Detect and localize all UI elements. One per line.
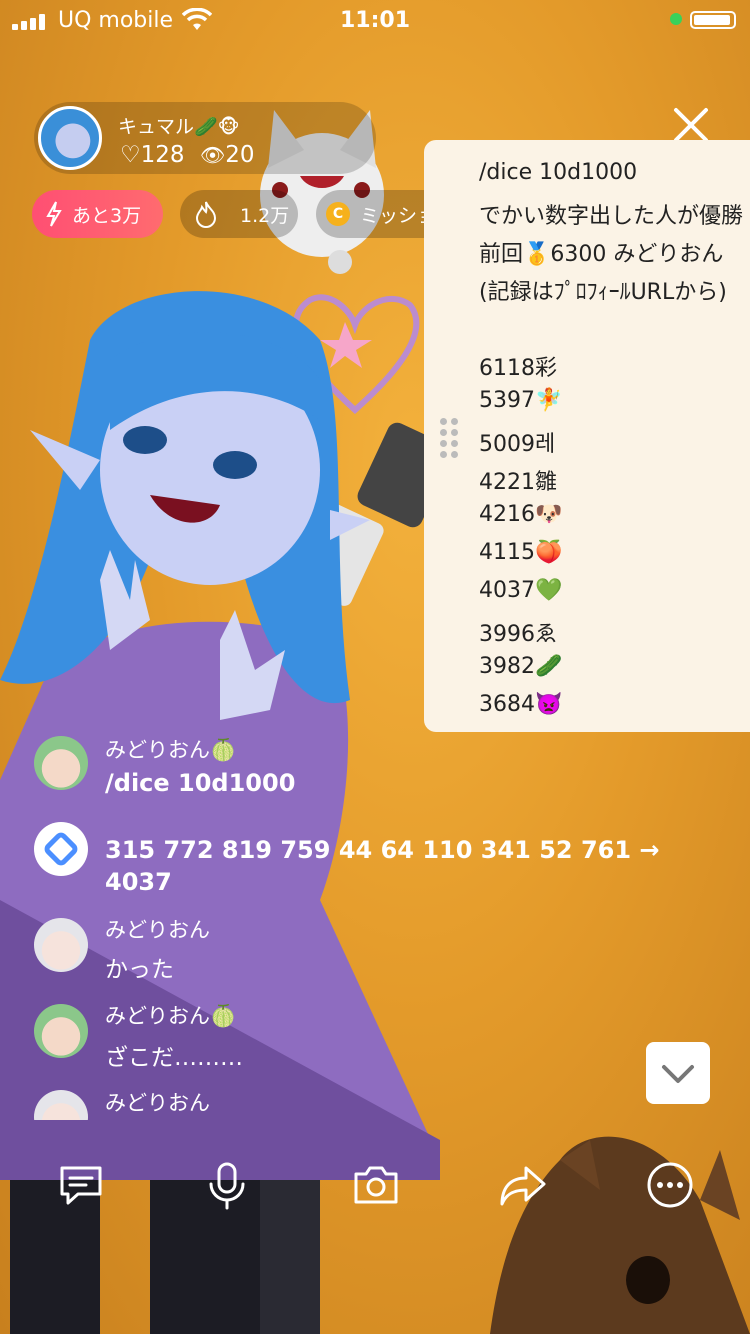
host-name: キュマル🥒🐵 <box>118 116 240 138</box>
system-avatar <box>34 822 88 876</box>
remaining-badge[interactable]: あと3万 <box>32 190 163 238</box>
share-icon[interactable] <box>498 1160 548 1210</box>
lightning-icon <box>46 201 62 227</box>
panel-line: 3982🥒 <box>479 654 563 679</box>
panel-line: 4115🍑 <box>479 540 563 565</box>
chat-username[interactable]: みどりおん🍈 <box>105 1000 236 1030</box>
panel-line: /dice 10d1000 <box>479 160 638 185</box>
chat-message: /dice 10d1000 <box>105 769 296 797</box>
likes-count: ♡128 <box>120 142 185 168</box>
chat-avatar[interactable] <box>34 1004 88 1058</box>
panel-drag-handle[interactable] <box>440 418 464 458</box>
panel-line: (記録はﾌﾟﾛﾌｨｰﾙURLから) <box>479 280 727 305</box>
comment-icon[interactable] <box>56 1160 106 1210</box>
fire-icon <box>195 201 217 228</box>
chat-username[interactable]: みどりおん🍈 <box>105 734 236 764</box>
panel-line: 前回🥇6300 みどりおん <box>479 242 724 267</box>
eye-icon: 👁 <box>199 143 226 167</box>
panel-line: 6118彩 <box>479 356 557 381</box>
chat-avatar[interactable] <box>34 1090 88 1120</box>
panel-line: でかい数字出した人が優勝 <box>479 204 744 229</box>
panel-line: 4037💚 <box>479 578 563 603</box>
chat-message: ざこだ……… <box>105 1045 243 1071</box>
chat-username[interactable]: みどりおん <box>105 914 210 944</box>
profile-panel: /dice 10d1000 でかい数字出した人が優勝 前回🥇6300 みどりおん… <box>424 140 750 732</box>
mic-icon[interactable] <box>202 1160 252 1210</box>
panel-line: 5009레 <box>479 432 556 457</box>
points-badge[interactable]: 1.2万 <box>180 190 298 238</box>
coin-icon: C <box>326 202 350 226</box>
dice-bot-icon <box>44 832 78 866</box>
chat-username[interactable]: みどりおん <box>105 1087 210 1117</box>
host-avatar[interactable] <box>38 106 102 170</box>
chat-message: 315 772 819 759 44 64 110 341 52 761 → 4… <box>105 836 660 896</box>
host-stats: ♡128 👁20 <box>120 142 255 168</box>
host-profile[interactable]: キュマル🥒🐵 ♡128 👁20 <box>34 102 376 174</box>
panel-line: 5397🧚 <box>479 388 563 413</box>
more-icon[interactable] <box>645 1160 695 1210</box>
remaining-label: あと3万 <box>72 204 142 227</box>
panel-line: 3996ゑ <box>479 622 557 647</box>
panel-line: 3684👿 <box>479 692 563 717</box>
chat-avatar[interactable] <box>34 736 88 790</box>
scroll-to-latest-button[interactable] <box>646 1042 710 1104</box>
panel-line: 4221雛 <box>479 470 557 495</box>
panel-line: 4216🐶 <box>479 502 563 527</box>
camera-icon[interactable] <box>351 1160 401 1210</box>
points-label: 1.2万 <box>240 204 290 227</box>
chevron-down-icon <box>662 1065 694 1083</box>
chat-message: かった <box>105 957 174 983</box>
chat-avatar[interactable] <box>34 918 88 972</box>
viewer-count: 20 <box>225 142 255 168</box>
